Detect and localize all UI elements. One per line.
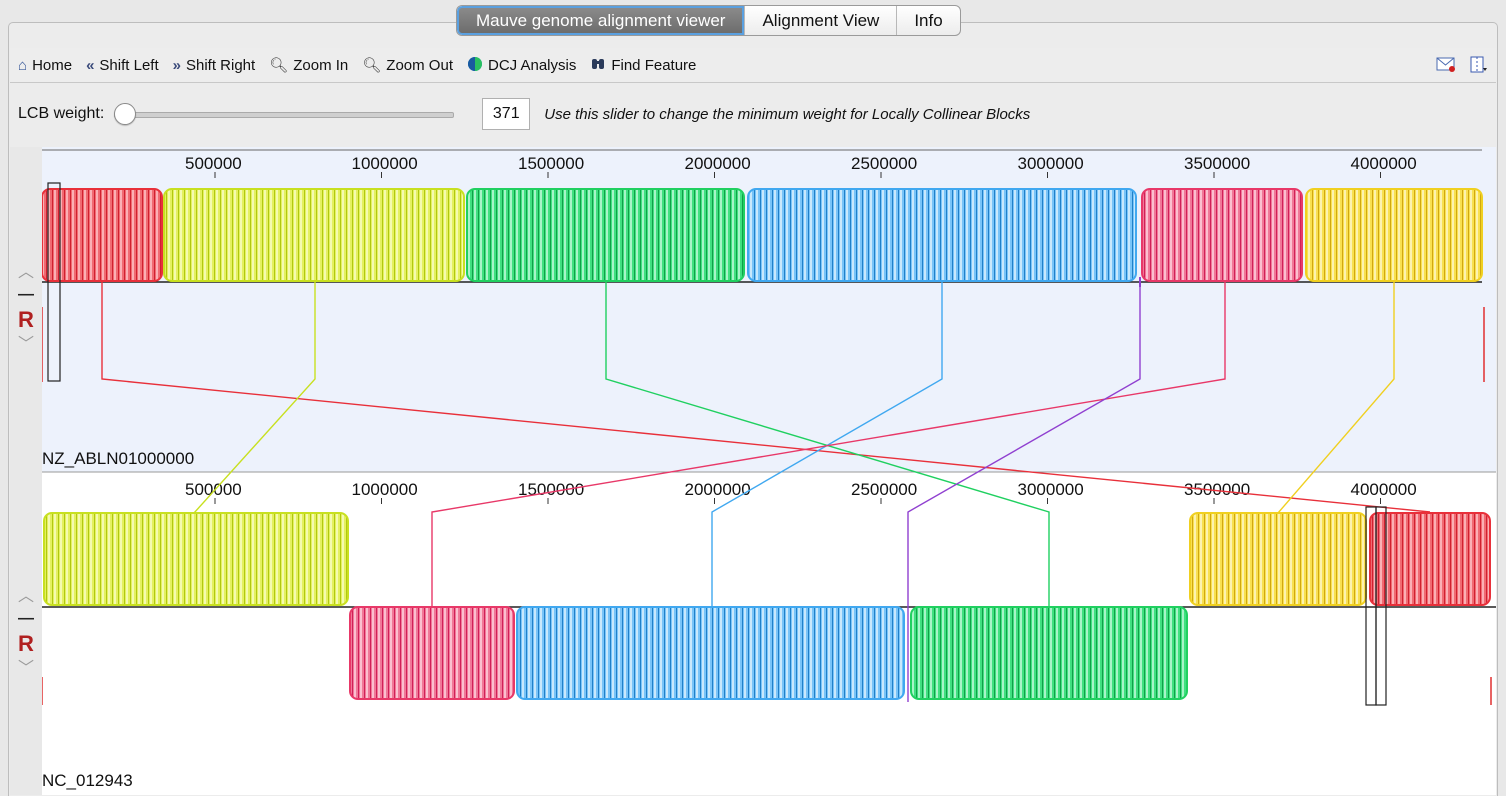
- lcb-blue-genome-2[interactable]: [516, 606, 905, 700]
- lcb-weight-slider[interactable]: [114, 103, 455, 125]
- ruler-tick-label: 4000000: [1351, 154, 1417, 173]
- toolbar-right: [1436, 56, 1488, 79]
- binoculars-icon: [590, 56, 606, 75]
- ruler-tick-label: 1000000: [352, 480, 418, 499]
- dcj-analysis-label: DCJ Analysis: [487, 56, 577, 74]
- lcb-pink-genome-2[interactable]: [349, 606, 515, 700]
- lcb-yellowgreen-genome-1[interactable]: [163, 188, 465, 282]
- zoom-in-icon: 🔍︎: [269, 56, 289, 74]
- lcb-weight-value[interactable]: 371: [482, 98, 531, 130]
- zoom-out-label: Zoom Out: [386, 56, 453, 74]
- tab-info[interactable]: Info: [896, 6, 959, 35]
- dash-icon-2[interactable]: —: [10, 611, 42, 627]
- lcb-yellow-genome-2[interactable]: [1189, 512, 1367, 606]
- home-label: Home: [32, 56, 73, 74]
- tab-mauve-viewer[interactable]: Mauve genome alignment viewer: [457, 6, 745, 35]
- ruler-tick-label: 3500000: [1184, 480, 1250, 499]
- chevron-left-icon: «: [86, 56, 95, 74]
- lcb-weight-row: LCB weight: 371 Use this slider to chang…: [10, 86, 1496, 142]
- slider-thumb[interactable]: [114, 103, 137, 125]
- panel-options-icon[interactable]: [1470, 56, 1488, 79]
- slider-track: [114, 112, 455, 118]
- alignment-canvas[interactable]: 500000 1000000 1500000 2000000 2500000 300000…: [42, 147, 1496, 795]
- ruler-tick-label: 3000000: [1018, 480, 1084, 499]
- ruler-tick-label: 2500000: [851, 154, 917, 173]
- ruler-tick-label: 1000000: [352, 154, 418, 173]
- genome-controls-bar: ︿ — R ﹀ ︿ — R ﹀: [10, 147, 42, 795]
- zoom-in-button[interactable]: 🔍︎ Zoom In: [269, 57, 348, 74]
- ruler-tick-label: 2500000: [851, 480, 917, 499]
- ruler-tick-label: 4000000: [1351, 480, 1417, 499]
- zoom-in-label: Zoom In: [293, 56, 349, 74]
- toolbar: ⌂ Home « Shift Left » Shift Right 🔍︎ Zoo…: [10, 48, 1496, 83]
- lcb-green-genome-1[interactable]: [466, 188, 745, 282]
- ruler-tick-label: 500000: [185, 480, 242, 499]
- find-feature-button[interactable]: Find Feature: [590, 56, 696, 75]
- move-down-icon-1[interactable]: ﹀: [10, 337, 42, 353]
- dcj-globe-icon: [467, 56, 483, 75]
- lcb-yellow-genome-1[interactable]: [1305, 188, 1483, 282]
- alignment-viewer: ︿ — R ﹀ ︿ — R ﹀ 500000 1000000 1500000 2000…: [10, 147, 1496, 795]
- lcb-weight-label: LCB weight:: [18, 105, 105, 122]
- shift-left-button[interactable]: « Shift Left: [86, 57, 159, 74]
- move-up-icon-2[interactable]: ︿: [10, 589, 42, 605]
- shift-right-label: Shift Right: [185, 56, 256, 74]
- reverse-button-1[interactable]: R: [10, 309, 42, 331]
- dcj-analysis-button[interactable]: DCJ Analysis: [467, 56, 576, 75]
- lcb-red-genome-2[interactable]: [1369, 512, 1491, 606]
- zoom-out-button[interactable]: 🔍︎ Zoom Out: [362, 57, 453, 74]
- lcb-weight-hint: Use this slider to change the minimum we…: [544, 105, 1031, 123]
- reverse-button-2[interactable]: R: [10, 633, 42, 655]
- shift-right-button[interactable]: » Shift Right: [173, 57, 256, 74]
- home-icon: ⌂: [18, 56, 28, 74]
- ruler-tick-label: 1500000: [518, 154, 584, 173]
- home-button[interactable]: ⌂ Home: [18, 57, 72, 74]
- lcb-blue-genome-1[interactable]: [747, 188, 1137, 282]
- ruler-tick-label: 3000000: [1018, 154, 1084, 173]
- genome-1-name: NZ_ABLN01000000: [42, 449, 194, 468]
- ruler-tick-label: 500000: [185, 154, 242, 173]
- view-tabs: Mauve genome alignment viewer Alignment …: [456, 5, 961, 36]
- dash-icon-1[interactable]: —: [10, 287, 42, 303]
- find-feature-label: Find Feature: [611, 56, 697, 74]
- chevron-right-icon: »: [172, 56, 181, 74]
- mail-icon[interactable]: [1436, 56, 1456, 79]
- ruler-tick-label: 2000000: [685, 154, 751, 173]
- lcb-pink-genome-1[interactable]: [1141, 188, 1303, 282]
- genome-2-name: NC_012943: [42, 771, 133, 790]
- shift-left-label: Shift Left: [99, 56, 159, 74]
- move-up-icon-1[interactable]: ︿: [10, 265, 42, 281]
- tab-alignment-view[interactable]: Alignment View: [744, 6, 896, 35]
- zoom-out-icon: 🔍︎: [362, 56, 382, 74]
- lcb-green-genome-2[interactable]: [910, 606, 1188, 700]
- ruler-tick-label: 3500000: [1184, 154, 1250, 173]
- move-down-icon-2[interactable]: ﹀: [10, 661, 42, 677]
- lcb-yellowgreen-genome-2[interactable]: [43, 512, 349, 606]
